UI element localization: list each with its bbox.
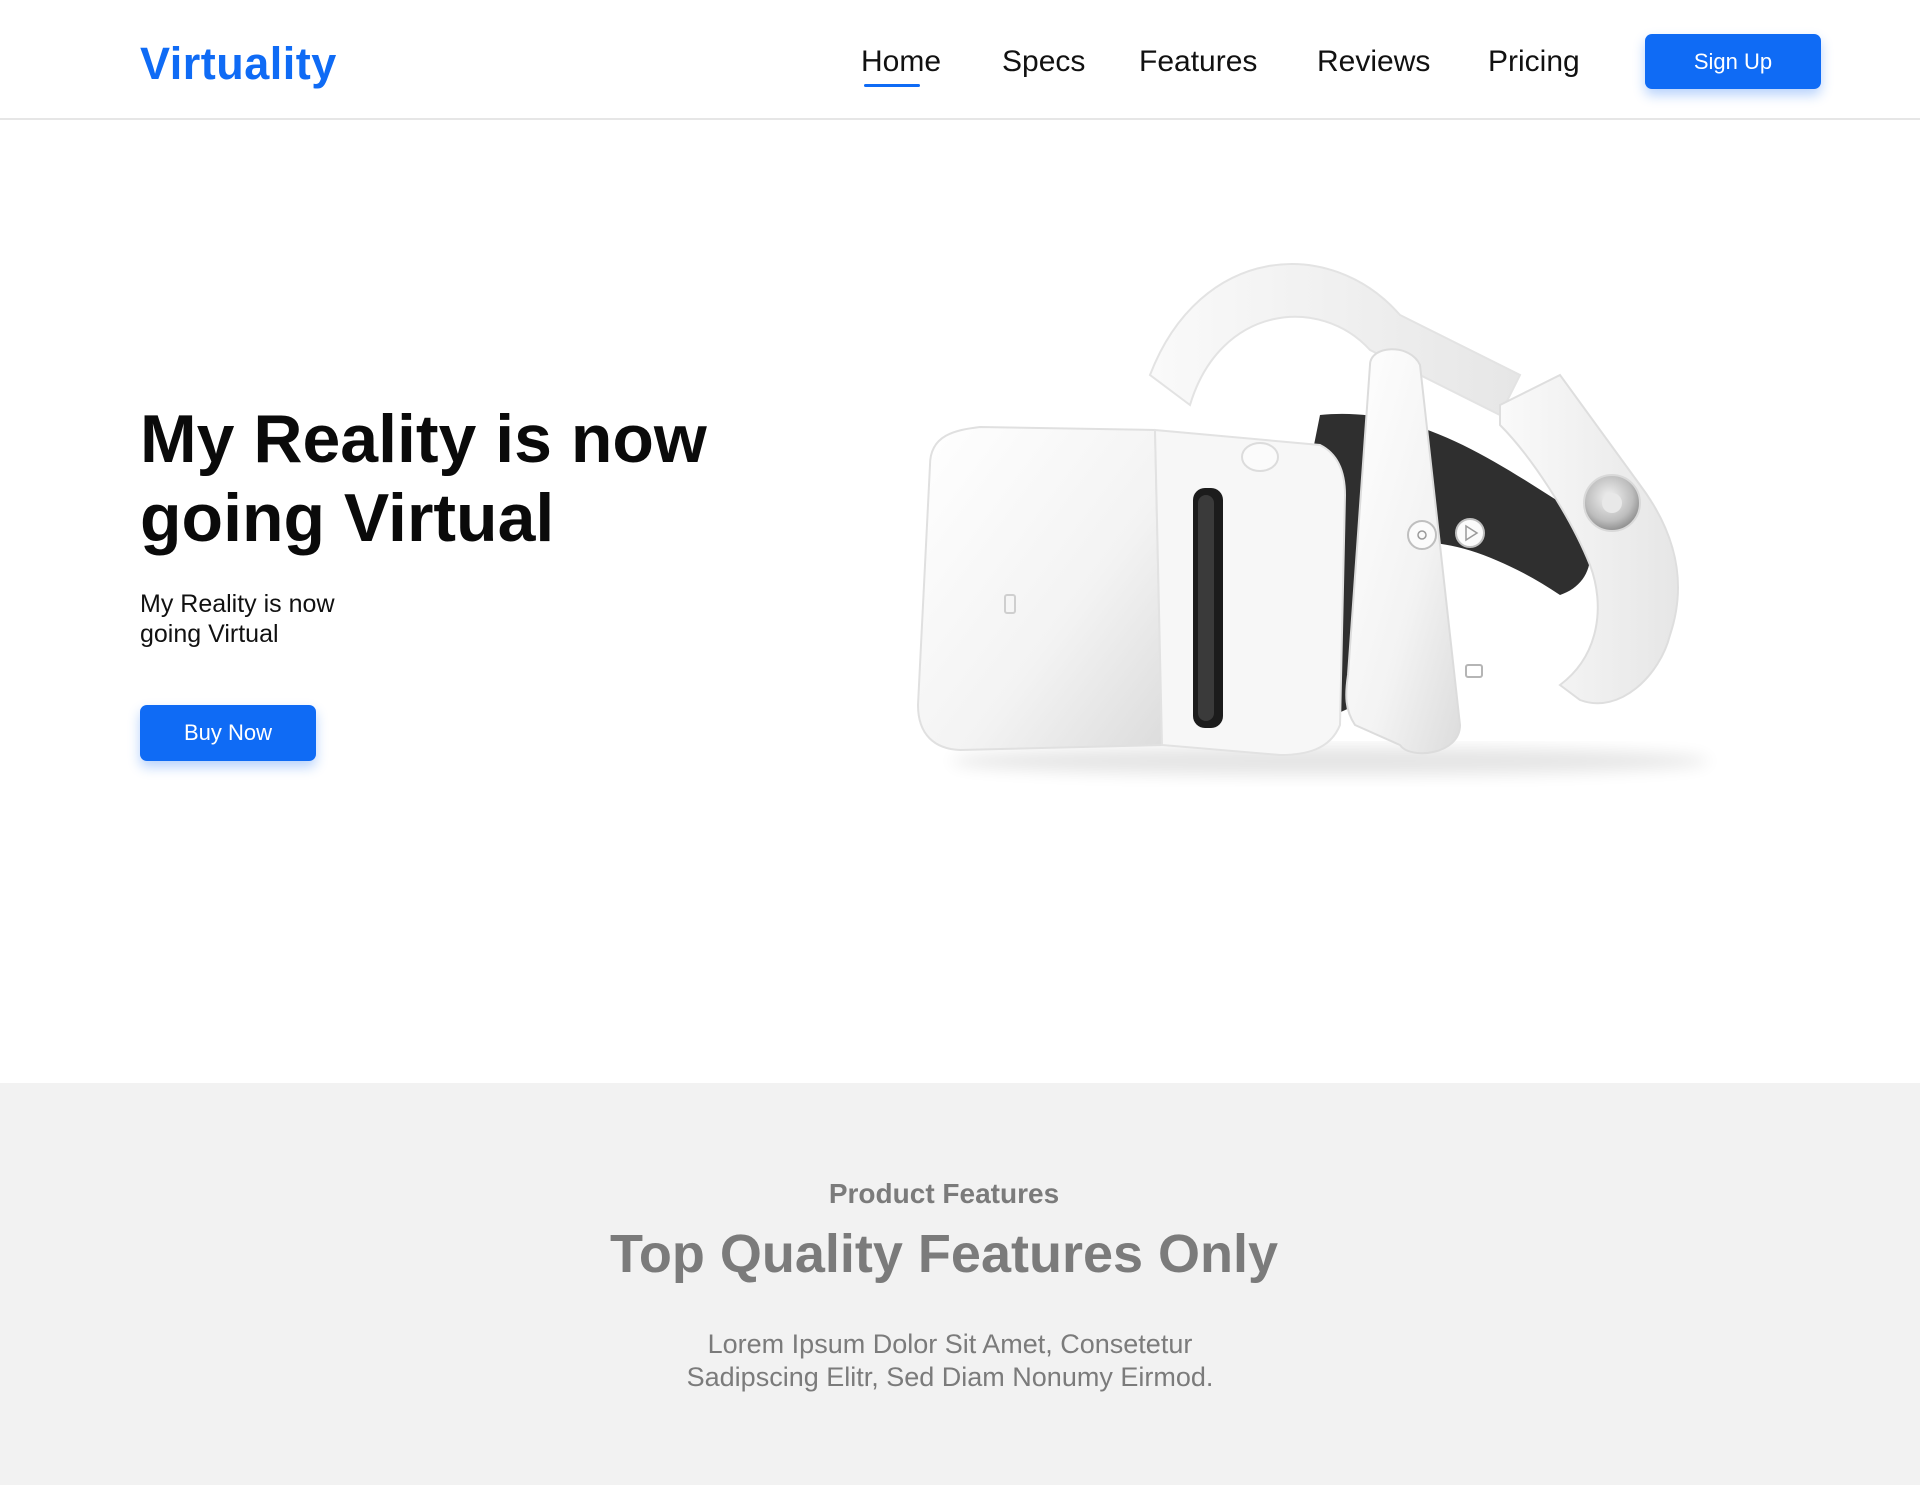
nav-item-specs[interactable]: Specs [1002, 45, 1085, 79]
signup-button[interactable]: Sign Up [1645, 34, 1821, 89]
nav-active-indicator [864, 84, 920, 87]
nav-item-pricing[interactable]: Pricing [1488, 45, 1580, 79]
features-label: Product Features [828, 1178, 1060, 1209]
hero-subtitle-line-2: going Virtual [140, 620, 279, 648]
features-description-line-2: Sadipscing Elitr, Sed Diam Nonumy Eirmod… [686, 1362, 1214, 1392]
buy-now-button[interactable]: Buy Now [140, 705, 316, 761]
product-features-section: Product Features Top Quality Features On… [0, 1083, 1920, 1485]
brand-logo[interactable]: Virtuality [140, 38, 337, 90]
nav-item-home[interactable]: Home [861, 45, 941, 79]
navbar: Virtuality Home Specs Features Reviews P… [0, 0, 1920, 120]
hero-title-line-2: going Virtual [140, 480, 555, 556]
hero-title: My Reality is now going Virtual [140, 400, 780, 558]
features-description-line-1: Lorem Ipsum Dolor Sit Amet, Consetetur [707, 1329, 1193, 1359]
hero-subtitle: My Reality is now going Virtual [140, 589, 440, 649]
vr-headset-image [916, 263, 1710, 775]
hero-title-line-1: My Reality is now [140, 401, 707, 477]
nav-item-reviews[interactable]: Reviews [1317, 45, 1430, 79]
features-title: Top Quality Features Only [609, 1224, 1279, 1284]
nav-item-features[interactable]: Features [1139, 45, 1257, 79]
features-description: Lorem Ipsum Dolor Sit Amet, Consetetur S… [620, 1328, 1280, 1394]
hero-subtitle-line-1: My Reality is now [140, 590, 335, 618]
